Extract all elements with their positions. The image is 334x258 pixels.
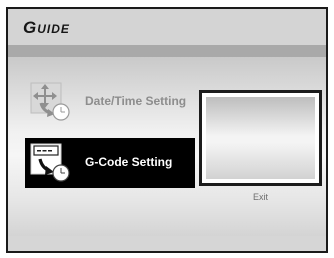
date-time-setting-label: Date/Time Setting <box>85 94 187 108</box>
date-time-icon <box>29 81 73 123</box>
menu-item-date-time-setting[interactable]: Date/Time Setting <box>25 77 195 127</box>
g-code-setting-label: G-Code Setting <box>85 155 173 169</box>
title-divider-band <box>8 45 326 57</box>
g-code-icon <box>29 142 73 184</box>
exit-button[interactable]: Exit <box>199 192 322 202</box>
guide-title: Guide <box>23 18 70 37</box>
preview-screen <box>206 97 315 179</box>
title-bar: Guide <box>8 9 326 45</box>
preview-window <box>199 90 322 186</box>
menu-item-g-code-setting[interactable]: G-Code Setting <box>25 138 195 188</box>
bottom-band <box>8 236 326 251</box>
